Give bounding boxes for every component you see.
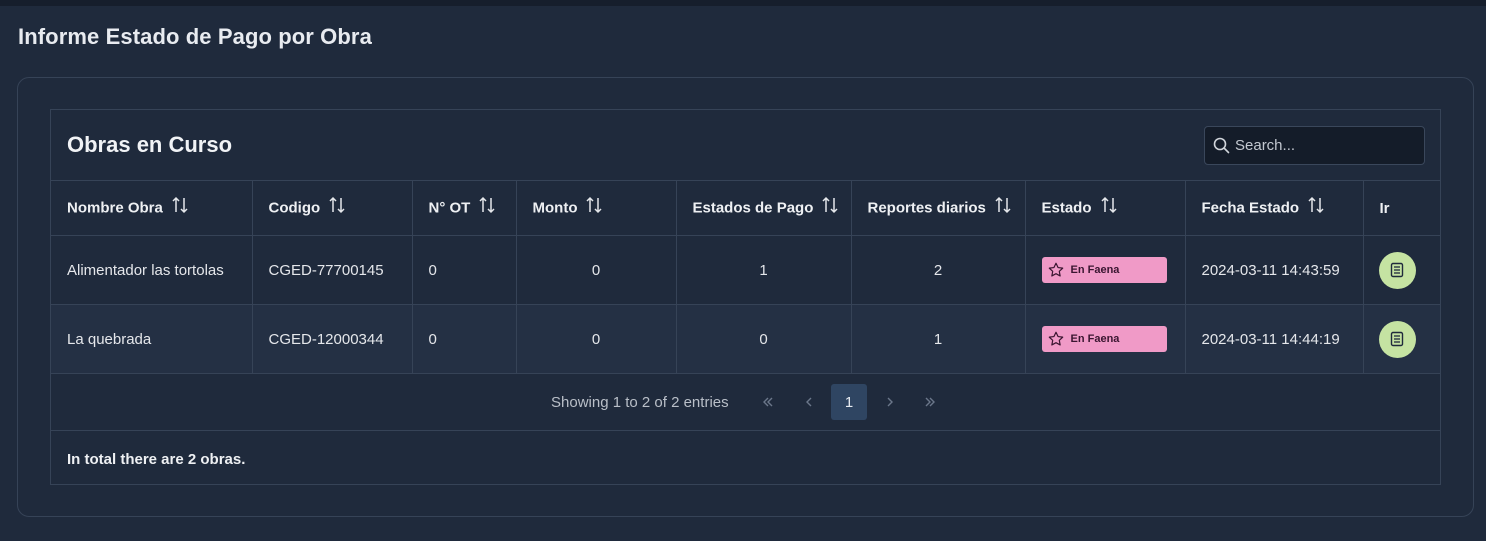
obras-table: Nombre Obra Codigo N° OT Monto Estados d… [51,180,1440,374]
column-header-label: Reportes diarios [867,198,986,216]
document-icon [1390,262,1404,278]
cell-nombre-obra: Alimentador las tortolas [51,235,253,305]
cell-reportes-diarios: 2 [850,235,1026,305]
search-icon [1213,137,1230,154]
search-input[interactable] [1235,127,1420,164]
status-badge-label: En Faena [1070,333,1120,345]
table-footer: In total there are 2 obras. [67,451,246,468]
star-icon [1048,331,1063,346]
document-icon [1390,331,1404,347]
first-page-button[interactable] [750,384,786,420]
cell-estado: En Faena [1024,235,1186,305]
obras-table-card: Obras en Curso Nombre Obra Codigo N° OT … [50,109,1441,485]
last-page-button[interactable] [912,384,948,420]
go-to-obra-button[interactable] [1378,320,1416,358]
cell-n-ot: 0 [411,304,517,374]
status-badge-label: En Faena [1070,264,1120,276]
cell-estados-pago: 0 [675,304,852,374]
cell-estados-pago: 1 [675,235,852,305]
next-page-button[interactable] [872,384,908,420]
cell-codigo: CGED-12000344 [251,304,413,374]
cell-fecha-estado: 2024-03-11 14:43:59 [1184,235,1364,305]
sort-icon[interactable] [821,196,839,218]
cell-estado: En Faena [1024,304,1186,374]
column-header-label: Codigo [268,198,321,216]
star-icon [1048,262,1063,277]
column-header-codigo[interactable]: Codigo [251,180,413,236]
cell-n-ot: 0 [411,235,517,305]
column-header-monto[interactable]: Monto [515,180,677,236]
sort-icon[interactable] [1100,196,1118,218]
sort-icon[interactable] [478,196,496,218]
card-header: Obras en Curso [51,110,1440,181]
column-header-label: N° OT [428,198,471,216]
paginator: Showing 1 to 2 of 2 entries 1 [51,374,1440,431]
cell-monto: 0 [515,235,677,305]
column-header-nombre-obra[interactable]: Nombre Obra [51,180,253,236]
cell-reportes-diarios: 1 [850,304,1026,374]
cell-codigo: CGED-77700145 [251,235,413,305]
column-header-label: Estados de Pago [692,198,814,216]
status-badge: En Faena [1041,326,1167,352]
cell-ir [1362,235,1440,305]
cell-ir [1362,304,1440,374]
column-header-n-ot[interactable]: N° OT [411,180,517,236]
search-box[interactable] [1204,126,1425,165]
double-chevron-right-icon [925,397,935,407]
chevron-left-icon [806,397,812,407]
column-header-estados-pago[interactable]: Estados de Pago [675,180,852,236]
cell-fecha-estado: 2024-03-11 14:44:19 [1184,304,1364,374]
table-row: Alimentador las tortolas CGED-77700145 0… [51,235,1440,305]
table-row: La quebrada CGED-12000344 0 0 0 1 En Fae… [51,304,1440,374]
prev-page-button[interactable] [791,384,827,420]
top-bar [0,0,1486,6]
sort-icon[interactable] [171,196,189,218]
column-header-fecha-estado[interactable]: Fecha Estado [1184,180,1364,236]
column-header-ir: Ir [1362,180,1440,236]
card-title: Obras en Curso [67,132,233,157]
sort-icon[interactable] [994,196,1012,218]
sort-icon[interactable] [585,196,603,218]
cell-monto: 0 [515,304,677,374]
column-header-label: Monto [532,198,578,216]
chevron-right-icon [887,397,893,407]
column-header-estado[interactable]: Estado [1024,180,1186,236]
sort-icon[interactable] [1307,196,1325,218]
go-to-obra-button[interactable] [1378,251,1416,289]
double-chevron-left-icon [763,397,773,407]
paginator-report: Showing 1 to 2 of 2 entries [551,394,729,411]
column-header-reportes-diarios[interactable]: Reportes diarios [850,180,1026,236]
column-header-label: Nombre Obra [67,198,163,216]
page-title: Informe Estado de Pago por Obra [18,24,372,49]
page-1-button[interactable]: 1 [831,384,867,420]
column-header-label: Estado [1041,198,1092,216]
cell-nombre-obra: La quebrada [51,304,253,374]
table-header-row: Nombre Obra Codigo N° OT Monto Estados d… [51,180,1440,236]
status-badge: En Faena [1041,257,1167,283]
column-header-label: Fecha Estado [1201,198,1300,216]
sort-icon[interactable] [328,196,346,218]
